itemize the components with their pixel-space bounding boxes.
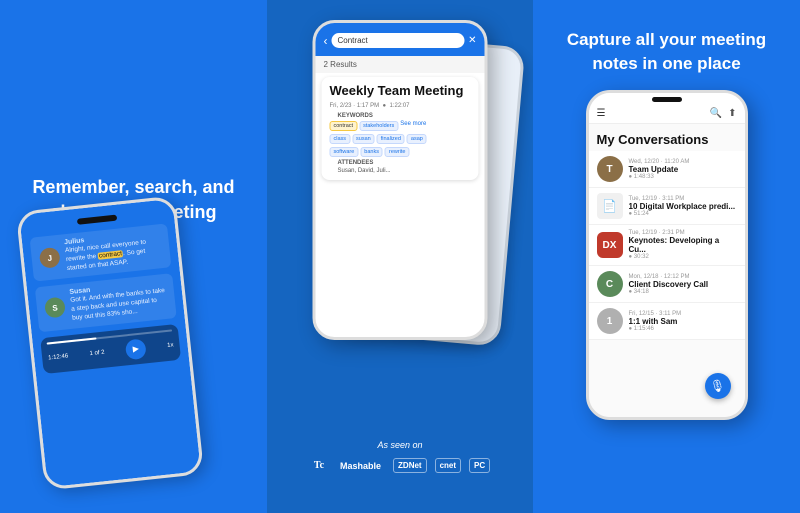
speed-label: 1x bbox=[167, 342, 174, 349]
mid-panel: Weekly Team Meeting Fri, 2/23 · 1:17 PM … bbox=[267, 0, 533, 513]
conversation-item[interactable]: DX Tue, 12/19 · 2:31 PM Keynotes: Develo… bbox=[589, 225, 745, 266]
chat-info-2: Susan Got it. And with the banks to take… bbox=[69, 279, 168, 323]
chip-rewrite: rewrite bbox=[385, 147, 410, 157]
convo-name-4: 1:1 with Sam bbox=[629, 317, 737, 326]
mic-fab-button[interactable]: 🎙 bbox=[705, 373, 731, 399]
chip-stakeholders: stakeholders bbox=[359, 121, 398, 131]
conversation-item[interactable]: C Mon, 12/18 · 12:12 PM Client Discovery… bbox=[589, 266, 745, 303]
convo-info-2: Tue, 12/19 · 2:31 PM Keynotes: Developin… bbox=[629, 230, 737, 260]
publisher-logos: Tc Mashable ZDNet cnet PC bbox=[267, 458, 533, 473]
as-seen-on-label: As seen on bbox=[267, 440, 533, 450]
share-icon[interactable]: ⬆ bbox=[728, 108, 736, 119]
attendees-label: ATTENDEES bbox=[338, 160, 471, 166]
convo-info-1: Tue, 12/19 · 3:11 PM 10 Digital Workplac… bbox=[629, 196, 737, 217]
conversation-item[interactable]: 📄 Tue, 12/19 · 3:11 PM 10 Digital Workpl… bbox=[589, 188, 745, 225]
clear-icon[interactable]: ✕ bbox=[468, 35, 476, 46]
convo-info-3: Mon, 12/18 · 12:12 PM Client Discovery C… bbox=[629, 274, 737, 295]
phone-screen-left: J Julius Alright, nice call everyone to … bbox=[19, 199, 201, 488]
conversations-list: T Wed, 12/20 · 11:20 AM Team Update ● 1:… bbox=[589, 151, 745, 340]
convo-duration-0: ● 1:48:33 bbox=[629, 174, 737, 180]
convo-duration-3: ● 34:18 bbox=[629, 289, 737, 295]
status-bar bbox=[589, 93, 745, 104]
keyword-chips: contract stakeholders See more bbox=[330, 121, 471, 131]
time-elapsed: 1:12:46 bbox=[48, 353, 69, 361]
phone-mockup-right: ☰ 🔍 ⬆ My Conversations T Wed, 12/20 · 11… bbox=[586, 90, 748, 420]
phone-screen-mid: ‹ Contract ✕ 2 Results Weekly Team Meeti… bbox=[316, 23, 485, 337]
phone-mockup-mid: ‹ Contract ✕ 2 Results Weekly Team Meeti… bbox=[313, 20, 488, 340]
convo-name-2: Keynotes: Developing a Cu... bbox=[629, 236, 737, 254]
convo-duration-2: ● 30:32 bbox=[629, 254, 737, 260]
chip-finalized: finalized bbox=[377, 134, 405, 144]
conversation-item[interactable]: T Wed, 12/20 · 11:20 AM Team Update ● 1:… bbox=[589, 151, 745, 188]
chat-info-1: Julius Alright, nice call everyone to re… bbox=[64, 229, 163, 273]
search-field[interactable]: Contract bbox=[332, 33, 465, 48]
cnet-logo: cnet bbox=[435, 458, 461, 473]
conversation-item[interactable]: 1 Fri, 12/15 · 3:11 PM 1:1 with Sam ● 1:… bbox=[589, 303, 745, 340]
phone-notch bbox=[77, 215, 117, 225]
phone-screen-right: ☰ 🔍 ⬆ My Conversations T Wed, 12/20 · 11… bbox=[589, 93, 745, 417]
avatar-doc-1: 📄 bbox=[597, 193, 623, 219]
zdnet-logo: ZDNet bbox=[393, 458, 427, 473]
convo-name-0: Team Update bbox=[629, 165, 737, 174]
convo-duration-1: ● 51:24 bbox=[629, 211, 737, 217]
toolbar-icons: 🔍 ⬆ bbox=[710, 108, 737, 119]
chip-row-3: software banks rewrite bbox=[330, 147, 471, 157]
meeting-date: Fri, 2/23 · 1:17 PM bbox=[330, 103, 380, 109]
hamburger-icon[interactable]: ☰ bbox=[597, 108, 706, 119]
chip-software: software bbox=[330, 147, 359, 157]
meeting-title: Weekly Team Meeting bbox=[330, 83, 471, 100]
convo-name-3: Client Discovery Call bbox=[629, 280, 737, 289]
conversations-title: My Conversations bbox=[589, 124, 745, 151]
chat-row-1: J Julius Alright, nice call everyone to … bbox=[30, 223, 172, 281]
toolbar: ☰ 🔍 ⬆ bbox=[589, 104, 745, 124]
convo-info-0: Wed, 12/20 · 11:20 AM Team Update ● 1:48… bbox=[629, 159, 737, 180]
avatar-julius: J bbox=[39, 247, 61, 269]
chip-class: class bbox=[330, 134, 351, 144]
as-seen-on-section: As seen on Tc Mashable ZDNet cnet PC bbox=[267, 440, 533, 473]
page-count: 1 of 2 bbox=[89, 349, 105, 357]
pc-logo: PC bbox=[469, 458, 490, 473]
convo-duration-4: ● 1:15:46 bbox=[629, 326, 737, 332]
meeting-duration: 1:22:07 bbox=[389, 103, 409, 109]
avatar-person-0: T bbox=[597, 156, 623, 182]
phone-mockup-left: J Julius Alright, nice call everyone to … bbox=[16, 195, 204, 490]
mashable-logo: Mashable bbox=[336, 459, 385, 473]
play-button[interactable]: ▶ bbox=[125, 338, 147, 360]
search-bar: ‹ Contract ✕ bbox=[316, 23, 485, 56]
highlight-contract: contract bbox=[98, 250, 124, 260]
avatar-susan: S bbox=[44, 297, 66, 319]
avatar-brand-2: DX bbox=[597, 232, 623, 258]
right-headline: Capture all your meeting notes in one pl… bbox=[533, 28, 800, 76]
keywords-label: KEYWORDS bbox=[338, 113, 471, 119]
avatar-person-3: C bbox=[597, 271, 623, 297]
phone-notch-right bbox=[652, 97, 682, 102]
meeting-meta: Fri, 2/23 · 1:17 PM ● 1:22:07 bbox=[330, 103, 471, 109]
convo-name-1: 10 Digital Workplace predi... bbox=[629, 202, 737, 211]
meeting-card: Weekly Team Meeting Fri, 2/23 · 1:17 PM … bbox=[322, 77, 479, 180]
see-more-link[interactable]: See more bbox=[400, 121, 426, 131]
chat-row-2: S Susan Got it. And with the banks to ta… bbox=[35, 273, 177, 331]
results-count: 2 Results bbox=[316, 56, 485, 73]
tc-logo: Tc bbox=[310, 458, 328, 473]
search-icon[interactable]: 🔍 bbox=[710, 108, 722, 119]
playback-bar: 1:12:46 1 of 2 ▶ 1x bbox=[40, 323, 181, 373]
chip-banks: banks bbox=[360, 147, 383, 157]
right-panel: Capture all your meeting notes in one pl… bbox=[533, 0, 800, 513]
chip-susan: susan bbox=[352, 134, 375, 144]
attendees-text: Susan, David, Juli... bbox=[330, 168, 471, 174]
convo-info-4: Fri, 12/15 · 3:11 PM 1:1 with Sam ● 1:15… bbox=[629, 311, 737, 332]
avatar-person-4: 1 bbox=[597, 308, 623, 334]
back-arrow-icon[interactable]: ‹ bbox=[324, 34, 328, 48]
chip-asap: asap bbox=[407, 134, 427, 144]
left-panel: Remember, search, and share your meeting… bbox=[0, 0, 267, 513]
chip-contract: contract bbox=[330, 121, 358, 131]
chip-row-2: class susan finalized asap bbox=[330, 134, 471, 144]
